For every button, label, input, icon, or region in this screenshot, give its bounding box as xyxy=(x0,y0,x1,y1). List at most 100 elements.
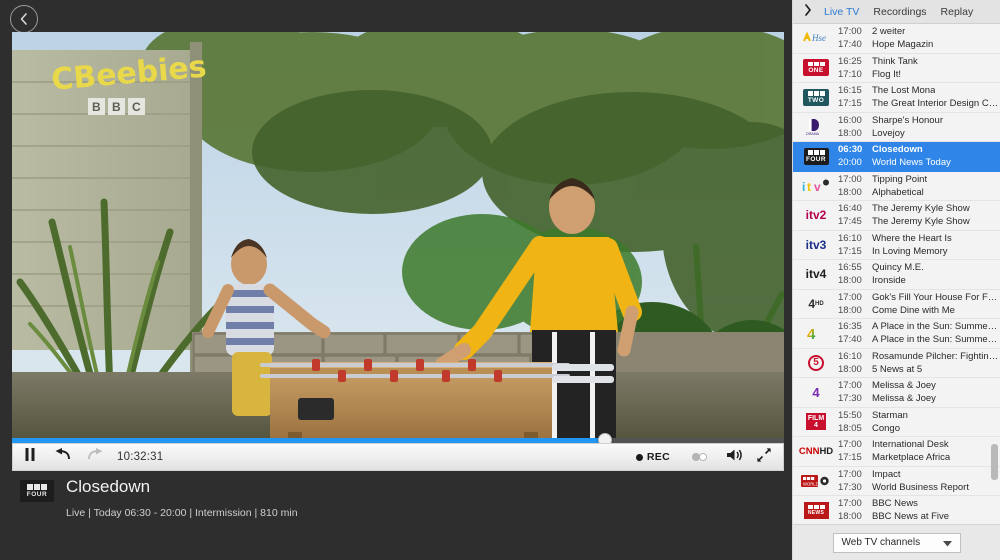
program-entry[interactable]: 17:40 A Place in the Sun: Summer Sun xyxy=(838,333,1000,346)
program-entry[interactable]: 18:00 Come Dine with Me xyxy=(838,304,1000,317)
volume-button[interactable] xyxy=(719,443,749,471)
program-entry[interactable]: 17:00 International Desk xyxy=(838,438,1000,451)
tab-live-tv[interactable]: Live TV xyxy=(817,0,866,24)
pause-button[interactable] xyxy=(13,443,47,471)
record-dot-icon xyxy=(635,453,643,461)
program-time: 17:00 xyxy=(838,468,862,480)
program-entry[interactable]: 18:00 5 News at 5 xyxy=(838,363,1000,376)
svg-text:B: B xyxy=(92,100,101,114)
program-entry[interactable]: 17:15 The Great Interior Design Chall... xyxy=(838,97,1000,110)
program-time: 18:00 xyxy=(838,304,862,316)
sidebar-expand-button[interactable] xyxy=(799,3,817,21)
program-title: Hope Magazin xyxy=(872,39,934,51)
program-title: Melissa & Joey xyxy=(872,380,936,392)
player-control-bar: 10:32:31 REC xyxy=(12,443,784,471)
program-entry[interactable]: 17:40 Hope Magazin xyxy=(838,38,1000,51)
program-entry[interactable]: 16:35 A Place in the Sun: Summer Sun xyxy=(838,320,1000,333)
program-entry[interactable]: 17:00 Impact xyxy=(838,468,1000,481)
program-entry[interactable]: 17:00 Melissa & Joey xyxy=(838,379,1000,392)
program-entry[interactable]: 17:00 Gok's Fill Your House For Free xyxy=(838,291,1000,304)
svg-text:4: 4 xyxy=(807,326,816,342)
program-entry[interactable]: 17:00 BBC News xyxy=(838,497,1000,510)
program-title: International Desk xyxy=(872,439,949,451)
program-title: Melissa & Joey xyxy=(872,393,936,405)
speaker-icon xyxy=(726,448,743,467)
program-entry[interactable]: 16:25 Think Tank xyxy=(838,55,1000,68)
channel-row[interactable]: TWO 16:15 The Lost Mona 17:15 The Great Inte… xyxy=(793,83,1000,113)
program-entry[interactable]: 16:00 Sharpe's Honour xyxy=(838,114,1000,127)
channel-row[interactable]: Hse 17:00 2 weiter 17:40 Hope Magazin xyxy=(793,24,1000,54)
channel-group-select[interactable]: Web TV channels xyxy=(832,532,961,553)
channel-row[interactable]: i t v 17:00 Tipping Point 18:00 Alphabetical xyxy=(793,172,1000,201)
program-entry[interactable]: 20:00 World News Today xyxy=(838,156,1000,169)
program-entry[interactable]: 18:00 Alphabetical xyxy=(838,186,1000,199)
channel-row[interactable]: CNN HD 17:00 International Desk 17:15 Marketp… xyxy=(793,437,1000,467)
fullscreen-button[interactable] xyxy=(749,443,779,471)
program-title: Starman xyxy=(872,409,908,421)
program-entry[interactable]: 06:30 Closedown xyxy=(838,143,1000,156)
svg-text:Hse: Hse xyxy=(811,33,826,43)
channel-row[interactable]: FILM 4 15:50 Starman 18:05 Congo xyxy=(793,408,1000,437)
program-entry[interactable]: 17:00 Tipping Point xyxy=(838,173,1000,186)
scrollbar-thumb[interactable] xyxy=(991,444,998,480)
program-entry[interactable]: 16:55 Quincy M.E. xyxy=(838,261,1000,274)
channel-row[interactable]: ONE 16:25 Think Tank 17:10 Flog It! xyxy=(793,54,1000,83)
channel-row[interactable]: itv2 16:40 The Jeremy Kyle Show 17:45 The Je… xyxy=(793,201,1000,231)
program-entry[interactable]: 18:00 BBC News at Five xyxy=(838,510,1000,523)
channel-row[interactable]: DRAMA 16:00 Sharpe's Honour 18:00 Lovejoy xyxy=(793,113,1000,142)
program-entry[interactable]: 18:05 Congo xyxy=(838,422,1000,435)
channel-row[interactable]: 4 16:35 A Place in the Sun: Summer Sun 17:4… xyxy=(793,319,1000,349)
rewind-button[interactable] xyxy=(47,443,79,471)
channel-row[interactable]: WORLD 17:00 Impact 17:30 World Business Repo… xyxy=(793,467,1000,496)
channel-row[interactable]: FOUR 06:30 Closedown 20:00 World News Today xyxy=(793,142,1000,172)
program-title: In Loving Memory xyxy=(872,245,948,257)
program-entry[interactable]: 17:45 The Jeremy Kyle Show xyxy=(838,215,1000,228)
program-entry[interactable]: 18:00 Ironside xyxy=(838,274,1000,287)
channel-row[interactable]: itv4 16:55 Quincy M.E. 18:00 Ironside xyxy=(793,260,1000,290)
e4-icon: 4 xyxy=(812,384,820,400)
program-title: Congo xyxy=(872,422,900,434)
channel-programs: 06:30 Closedown 20:00 World News Today xyxy=(838,143,1000,169)
subtitle-toggle[interactable] xyxy=(680,453,719,461)
tab-replay[interactable]: Replay xyxy=(934,0,981,24)
channel-row[interactable]: itv3 16:10 Where the Heart Is 17:15 In Lovin… xyxy=(793,231,1000,260)
program-entry[interactable]: 17:30 World Business Report xyxy=(838,481,1000,494)
program-entry[interactable]: 15:50 Starman xyxy=(838,409,1000,422)
program-title: Alphabetical xyxy=(872,186,924,198)
program-entry[interactable]: 17:15 In Loving Memory xyxy=(838,245,1000,258)
forward-button[interactable] xyxy=(79,443,111,471)
program-title: Lovejoy xyxy=(872,127,905,139)
channel-list-scrollbar[interactable] xyxy=(990,24,999,524)
program-entry[interactable]: 18:00 Lovejoy xyxy=(838,127,1000,140)
bbc-one-icon: ONE xyxy=(801,57,831,78)
program-title: A Place in the Sun: Summer Sun xyxy=(872,334,1000,346)
program-title: Impact xyxy=(872,468,901,480)
program-entry[interactable]: 17:15 Marketplace Africa xyxy=(838,451,1000,464)
program-entry[interactable]: 17:00 2 weiter xyxy=(838,25,1000,38)
record-button[interactable]: REC xyxy=(626,451,680,463)
sidebar-header: Live TV Recordings Replay xyxy=(793,0,1000,24)
program-entry[interactable]: 16:40 The Jeremy Kyle Show xyxy=(838,202,1000,215)
program-time: 16:40 xyxy=(838,203,862,215)
channel-list[interactable]: Hse 17:00 2 weiter 17:40 Hope Magazin ONE 16:2… xyxy=(793,24,1000,524)
record-label: REC xyxy=(646,451,670,463)
channel-row[interactable]: NEWS 17:00 BBC News 18:00 BBC News at Five xyxy=(793,496,1000,524)
program-title: The Great Interior Design Chall... xyxy=(872,98,1000,110)
channel4-hd-icon: 4 HD xyxy=(808,296,824,311)
program-time: 16:35 xyxy=(838,321,862,333)
video-player[interactable]: CBeebies B B C xyxy=(12,32,784,438)
back-button[interactable] xyxy=(10,5,38,33)
program-entry[interactable]: 17:30 Melissa & Joey xyxy=(838,392,1000,405)
channel-row[interactable]: 5 16:10 Rosamunde Pilcher: Fighting F... 18… xyxy=(793,349,1000,378)
sidebar: Live TV Recordings Replay Hse 17:00 2 weit… xyxy=(792,0,1000,560)
tab-recordings[interactable]: Recordings xyxy=(866,0,933,24)
program-entry[interactable]: 17:10 Flog It! xyxy=(838,68,1000,81)
program-entry[interactable]: 16:10 Where the Heart Is xyxy=(838,232,1000,245)
program-title: Sharpe's Honour xyxy=(872,114,943,126)
channel-row[interactable]: 4 HD 17:00 Gok's Fill Your House For Free 18… xyxy=(793,290,1000,319)
program-entry[interactable]: 16:10 Rosamunde Pilcher: Fighting F... xyxy=(838,350,1000,363)
program-entry[interactable]: 16:15 The Lost Mona xyxy=(838,84,1000,97)
channel-row[interactable]: 4 17:00 Melissa & Joey 17:30 Melissa & Joey xyxy=(793,378,1000,408)
program-time: 20:00 xyxy=(838,157,862,169)
program-time: 17:00 xyxy=(838,173,862,185)
